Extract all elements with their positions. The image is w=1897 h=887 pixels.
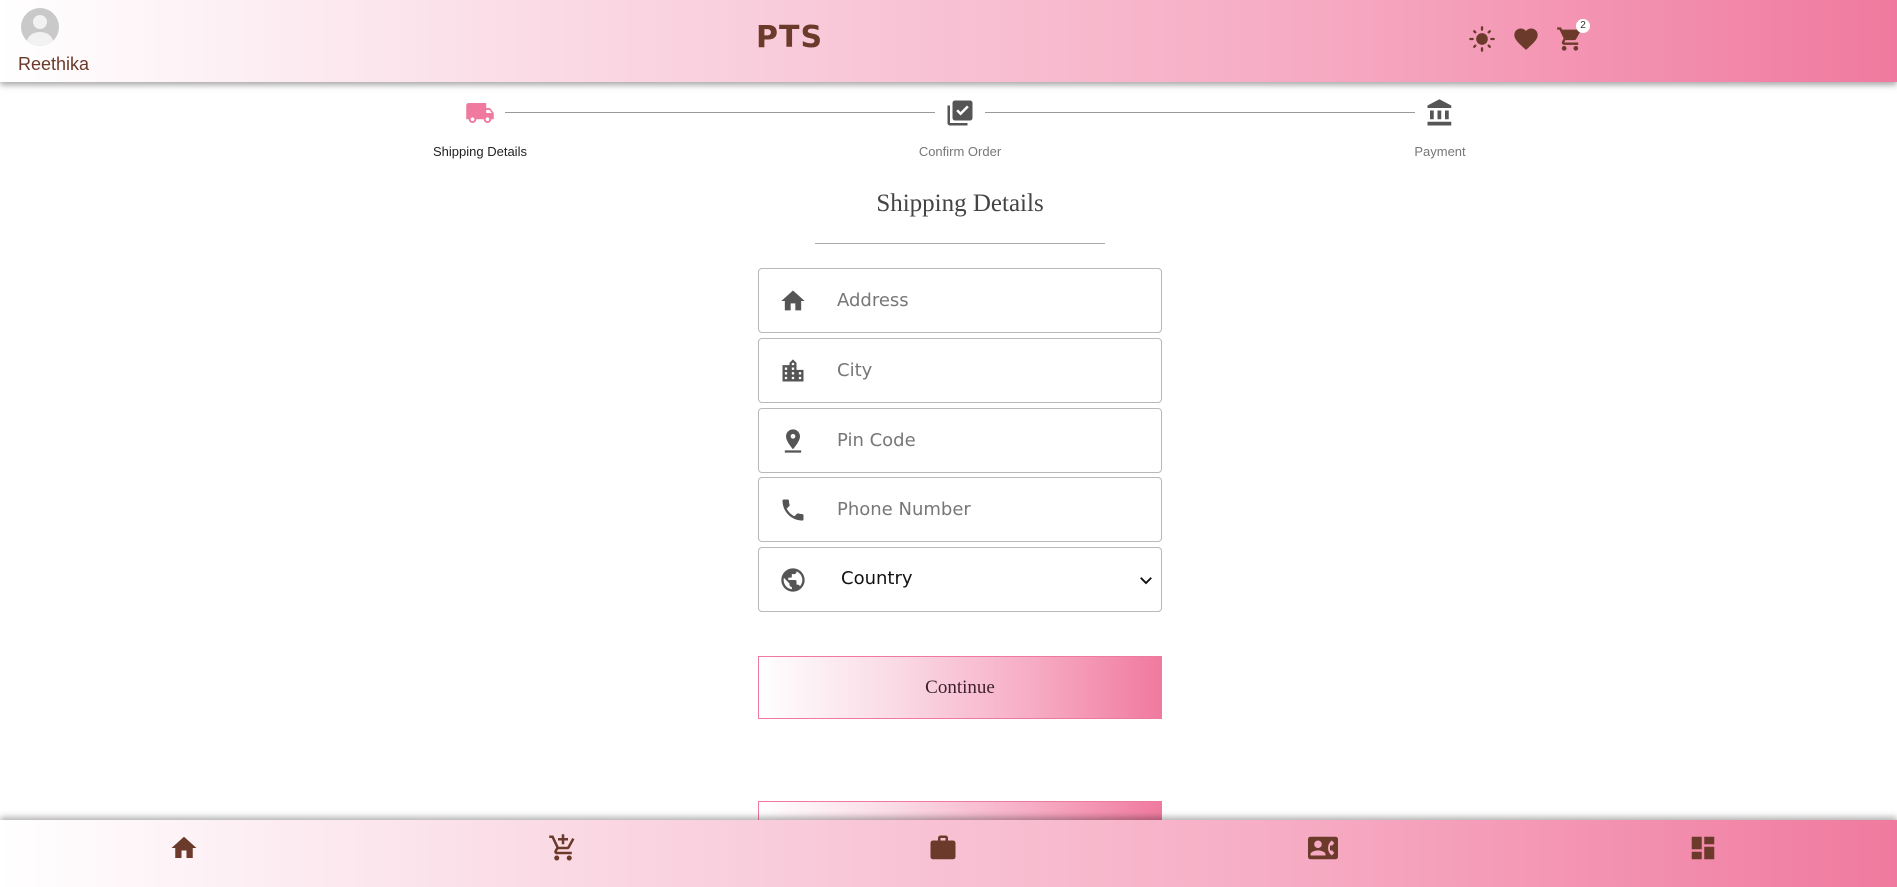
- step-label: Confirm Order: [918, 144, 1002, 159]
- city-field[interactable]: [758, 338, 1162, 403]
- phone-icon: [779, 496, 807, 524]
- dashboard-icon[interactable]: [1688, 833, 1718, 863]
- add-to-cart-icon[interactable]: [548, 833, 578, 863]
- address-input[interactable]: [837, 269, 1147, 332]
- pincode-field[interactable]: [758, 408, 1162, 473]
- page-title: Shipping Details: [876, 190, 1044, 217]
- heart-icon[interactable]: [1512, 25, 1540, 53]
- bottom-nav: [0, 820, 1897, 887]
- continue-button[interactable]: Continue: [758, 656, 1162, 719]
- step-label: Shipping Details: [433, 144, 527, 159]
- bank-icon: [1425, 98, 1455, 128]
- username-label: Reethika: [18, 54, 90, 74]
- briefcase-icon[interactable]: [928, 833, 958, 863]
- step-payment[interactable]: Payment: [1380, 98, 1500, 159]
- step-shipping-details[interactable]: Shipping Details: [420, 98, 540, 159]
- step-confirm-order[interactable]: Confirm Order: [900, 98, 1020, 159]
- stepper-connector: [985, 112, 1415, 113]
- library-check-icon: [945, 98, 975, 128]
- pin-drop-icon: [779, 427, 807, 455]
- pincode-input[interactable]: [837, 409, 1147, 472]
- chevron-down-icon: [1137, 571, 1155, 589]
- address-field[interactable]: [758, 268, 1162, 333]
- truck-icon: [465, 98, 495, 128]
- phone-input[interactable]: [837, 478, 1147, 541]
- globe-icon: [779, 566, 807, 594]
- cart-count-badge: 2: [1576, 19, 1590, 33]
- country-select-value: Country: [841, 568, 913, 589]
- city-input[interactable]: [837, 339, 1147, 402]
- step-label: Payment: [1414, 144, 1466, 159]
- brand-title[interactable]: PTS: [756, 20, 823, 55]
- country-select[interactable]: Country: [758, 547, 1162, 612]
- theme-sun-icon[interactable]: [1468, 25, 1496, 53]
- cart-icon[interactable]: 2: [1556, 19, 1590, 53]
- stepper-connector: [505, 112, 935, 113]
- phone-field[interactable]: [758, 477, 1162, 542]
- home-icon: [779, 287, 807, 315]
- avatar-icon[interactable]: [21, 8, 59, 46]
- title-divider: [815, 243, 1105, 244]
- home-icon[interactable]: [169, 833, 199, 863]
- top-header: Reethika PTS 2: [0, 0, 1897, 82]
- contact-card-icon[interactable]: [1308, 833, 1338, 863]
- location-city-icon: [779, 357, 807, 385]
